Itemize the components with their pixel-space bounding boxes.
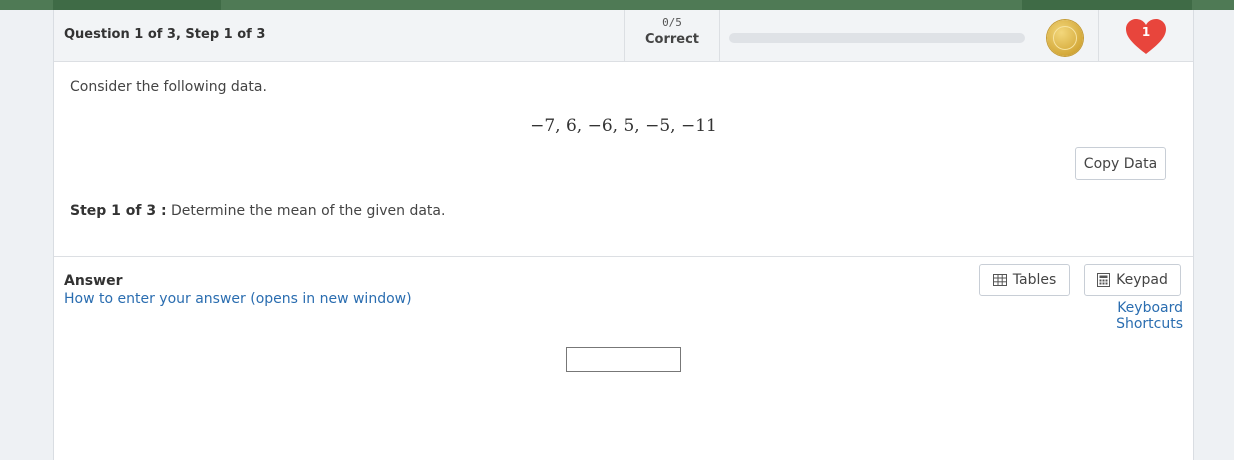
copy-data-button[interactable]: Copy Data xyxy=(1075,147,1166,180)
keyboard-shortcuts-link[interactable]: Keyboard Shortcuts xyxy=(1054,300,1183,332)
answer-label: Answer xyxy=(64,273,123,289)
score-label: Correct xyxy=(644,32,700,47)
top-bar xyxy=(0,0,1234,10)
question-panel: Question 1 of 3, Step 1 of 3 0/5 Correct… xyxy=(53,10,1194,460)
hearts-box: 1 xyxy=(1098,10,1194,61)
top-bar-tab-left[interactable] xyxy=(53,0,221,10)
coin-icon xyxy=(1047,20,1083,56)
tables-button[interactable]: Tables xyxy=(979,264,1070,296)
keypad-button-label: Keypad xyxy=(1116,272,1168,288)
keypad-icon xyxy=(1097,273,1111,287)
table-icon xyxy=(992,274,1007,286)
question-header: Question 1 of 3, Step 1 of 3 0/5 Correct… xyxy=(54,10,1193,62)
divider xyxy=(54,256,1193,257)
step-text: Determine the mean of the given data. xyxy=(171,203,446,219)
data-values: −7, 6, −6, 5, −5, −11 xyxy=(530,116,717,136)
step-label: Step 1 of 3 : xyxy=(70,203,167,219)
keypad-button[interactable]: Keypad xyxy=(1084,264,1181,296)
hearts-count: 1 xyxy=(1141,25,1151,39)
tables-button-label: Tables xyxy=(1012,272,1057,288)
answer-input[interactable] xyxy=(566,347,681,372)
progress-bar xyxy=(729,33,1025,43)
answer-help-link[interactable]: How to enter your answer (opens in new w… xyxy=(64,291,412,307)
question-title: Question 1 of 3, Step 1 of 3 xyxy=(64,27,266,42)
score-box: 0/5 Correct xyxy=(624,10,720,61)
question-prompt: Consider the following data. xyxy=(70,79,267,95)
top-bar-tab-right[interactable] xyxy=(1022,0,1192,10)
step-instruction: Step 1 of 3 : Determine the mean of the … xyxy=(70,203,445,219)
score-value: 0/5 xyxy=(662,16,682,29)
